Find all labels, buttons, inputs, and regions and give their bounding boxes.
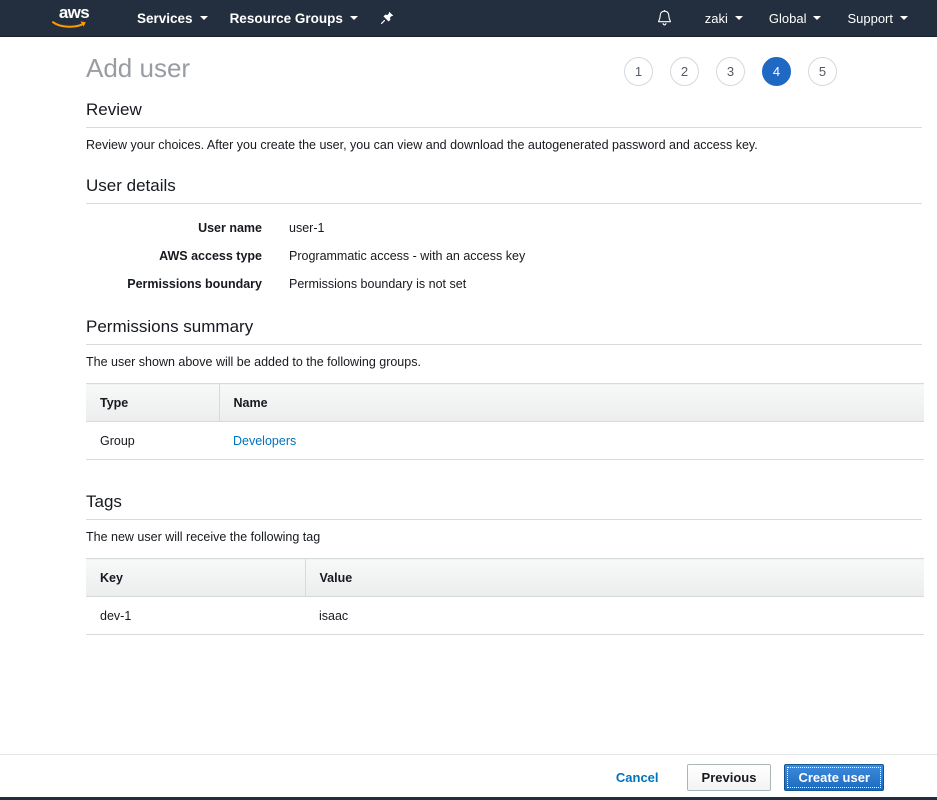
- divider: [86, 127, 922, 128]
- permissions-summary-description: The user shown above will be added to th…: [86, 355, 851, 371]
- permissions-summary-heading: Permissions summary: [86, 317, 851, 344]
- aws-logo[interactable]: aws: [48, 3, 100, 33]
- detail-row-access-type: AWS access type Programmatic access - wi…: [86, 249, 851, 263]
- tags-table: Key Value dev-1 isaac: [86, 558, 924, 635]
- detail-value: user-1: [289, 221, 324, 235]
- aws-logo-text: aws: [59, 4, 89, 21]
- create-user-button-label: Create user: [798, 770, 870, 785]
- aws-logo-swoosh-icon: [52, 20, 88, 29]
- nav-item-resource-groups[interactable]: Resource Groups: [219, 0, 369, 37]
- divider: [86, 344, 922, 345]
- group-link-developers[interactable]: Developers: [233, 434, 296, 448]
- table-header-row: Key Value: [86, 559, 924, 597]
- chevron-down-icon: [735, 16, 743, 20]
- page-title: Add user: [86, 53, 190, 84]
- step-indicator: 1 2 3 4 5: [624, 57, 837, 86]
- permissions-summary-table: Type Name Group Developers: [86, 383, 924, 460]
- tags-heading: Tags: [86, 492, 851, 519]
- table-row: dev-1 isaac: [86, 597, 924, 635]
- pin-icon[interactable]: [375, 0, 401, 37]
- detail-value: Programmatic access - with an access key: [289, 249, 525, 263]
- chevron-down-icon: [200, 16, 208, 20]
- cell-value: isaac: [305, 597, 924, 635]
- review-heading: Review: [86, 100, 851, 127]
- nav-item-region-global[interactable]: Global: [756, 0, 835, 37]
- top-navigation-bar: aws Services Resource Groups: [0, 0, 937, 37]
- cell-key: dev-1: [86, 597, 305, 635]
- table-header-row: Type Name: [86, 384, 924, 422]
- step-3[interactable]: 3: [716, 57, 745, 86]
- nav-item-account-label: zaki: [705, 0, 728, 37]
- detail-label: User name: [86, 221, 289, 235]
- cell-name: Developers: [219, 422, 924, 460]
- cell-type: Group: [86, 422, 219, 460]
- page-header: Add user 1 2 3 4 5: [86, 37, 851, 100]
- column-header-value: Value: [305, 559, 924, 597]
- column-header-name: Name: [219, 384, 924, 422]
- nav-right-group: zaki Global Support: [650, 0, 937, 37]
- previous-button[interactable]: Previous: [687, 764, 772, 791]
- page-content: Add user 1 2 3 4 5 Review Review your ch…: [0, 37, 937, 635]
- detail-value: Permissions boundary is not set: [289, 277, 466, 291]
- divider: [86, 203, 922, 204]
- review-description: Review your choices. After you create th…: [86, 138, 851, 154]
- user-details-heading: User details: [86, 176, 851, 203]
- detail-row-user-name: User name user-1: [86, 221, 851, 235]
- nav-item-services-label: Services: [137, 0, 193, 37]
- detail-label: AWS access type: [86, 249, 289, 263]
- table-row: Group Developers: [86, 422, 924, 460]
- nav-item-support[interactable]: Support: [834, 0, 921, 37]
- column-header-key: Key: [86, 559, 305, 597]
- nav-item-services[interactable]: Services: [126, 0, 219, 37]
- nav-item-resource-groups-label: Resource Groups: [230, 0, 343, 37]
- nav-item-region-label: Global: [769, 0, 807, 37]
- page-body: Add user 1 2 3 4 5 Review Review your ch…: [0, 37, 937, 800]
- chevron-down-icon: [350, 16, 358, 20]
- nav-item-account-zaki[interactable]: zaki: [692, 0, 756, 37]
- pin-icon-glyph: [381, 11, 394, 25]
- wizard-footer: Cancel Previous Create user: [0, 754, 937, 800]
- step-4-active[interactable]: 4: [762, 57, 791, 86]
- step-1[interactable]: 1: [624, 57, 653, 86]
- chevron-down-icon: [813, 16, 821, 20]
- user-details-list: User name user-1 AWS access type Program…: [86, 221, 851, 291]
- detail-label: Permissions boundary: [86, 277, 289, 291]
- create-user-button[interactable]: Create user: [784, 764, 884, 791]
- step-5[interactable]: 5: [808, 57, 837, 86]
- divider: [86, 519, 922, 520]
- bell-icon-glyph: [657, 10, 672, 27]
- tags-description: The new user will receive the following …: [86, 530, 851, 546]
- detail-row-permissions-boundary: Permissions boundary Permissions boundar…: [86, 277, 851, 291]
- nav-item-support-label: Support: [847, 0, 893, 37]
- chevron-down-icon: [900, 16, 908, 20]
- aws-console-add-user-page: aws Services Resource Groups: [0, 0, 937, 800]
- column-header-type: Type: [86, 384, 219, 422]
- bell-icon[interactable]: [650, 0, 680, 37]
- step-2[interactable]: 2: [670, 57, 699, 86]
- cancel-button[interactable]: Cancel: [610, 769, 665, 786]
